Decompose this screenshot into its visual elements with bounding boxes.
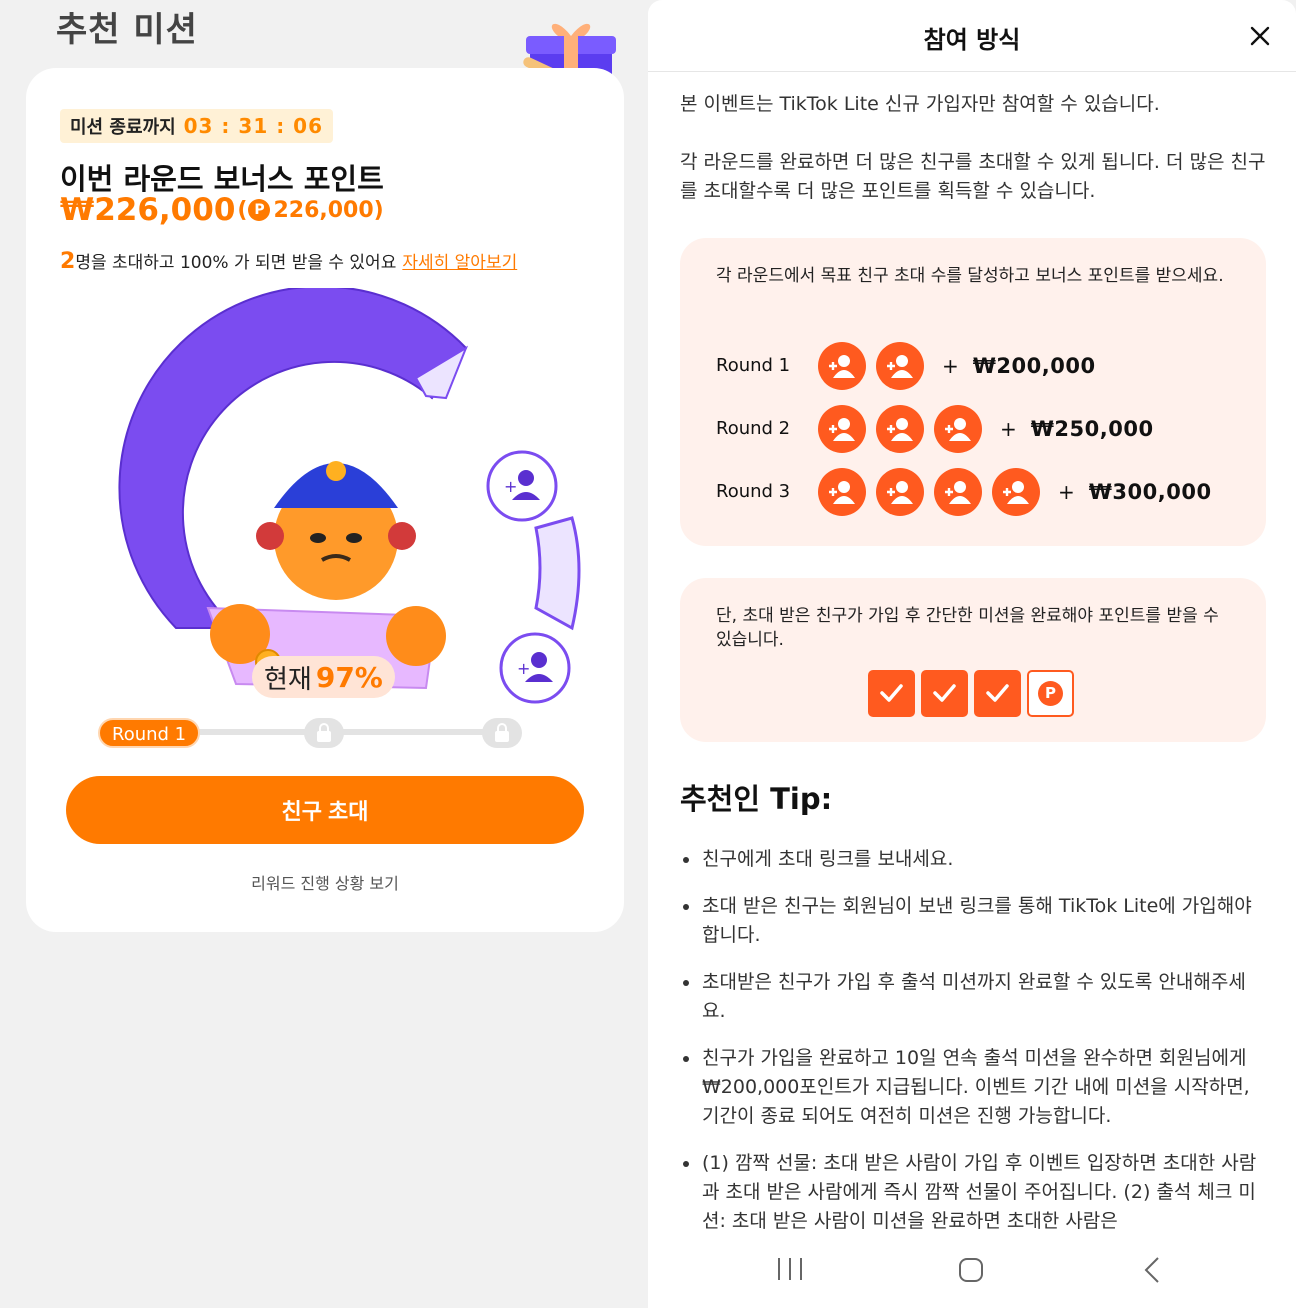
invite-friend-button[interactable]: 친구 초대 (66, 776, 584, 844)
mission-timer: 미션 종료까지 03 : 31 : 06 (60, 109, 333, 143)
round-reward-amount: ₩250,000 (1030, 416, 1154, 441)
progress-value: 97% (315, 660, 383, 694)
add-friend-icon (992, 467, 1040, 516)
bonus-points-amount: 226,000) (273, 197, 384, 223)
round-row: Round 3 + ₩300,000 (716, 460, 1212, 523)
bonus-currency-amount: ₩226,000 (60, 192, 236, 228)
coin-icon: P (1027, 670, 1074, 717)
add-friend-icon: + (499, 632, 571, 704)
plus-sign: + (1058, 479, 1075, 504)
rounds-box: 각 라운드에서 목표 친구 초대 수를 달성하고 보너스 포인트를 받으세요. … (680, 238, 1266, 546)
bonus-amount: ₩226,000 ( P 226,000) (60, 192, 384, 228)
list-item: 초대 받은 친구는 회원님이 보낸 링크를 통해 TikTok Lite에 가입… (680, 892, 1266, 950)
participation-sheet: 참여 방식 본 이벤트는 TikTok Lite 신규 가입자만 참여할 수 있… (648, 0, 1296, 1308)
tip-title: 추천인 Tip: (680, 782, 833, 816)
round-row: Round 2 + ₩250,000 (716, 397, 1212, 460)
page-title: 추천 미션 (56, 10, 198, 50)
lock-icon (482, 718, 522, 748)
close-icon[interactable] (1248, 24, 1272, 48)
round-track: Round 1 (98, 718, 526, 748)
progress-gauge: + + (118, 288, 581, 704)
add-friend-icon: + (486, 450, 558, 522)
current-progress: 현재 97% (252, 656, 395, 698)
invite-requirement: 2 명을 초대하고 100% 가 되면 받을 수 있어요 자세히 알아보기 (60, 248, 517, 274)
paw-icon (386, 606, 446, 666)
svg-text:+: + (504, 477, 517, 496)
invite-text: 명을 초대하고 100% 가 되면 받을 수 있어요 (75, 253, 397, 273)
add-friend-icon (818, 341, 866, 390)
add-friend-icon (876, 467, 924, 516)
learn-more-link[interactable]: 자세히 알아보기 (402, 248, 517, 273)
plus-sign: + (942, 353, 959, 378)
system-nav-bar (648, 1232, 1296, 1308)
intro-text-2: 각 라운드를 완료하면 더 많은 친구를 초대할 수 있게 됩니다. 더 많은 … (680, 151, 1266, 202)
mission-card: 미션 종료까지 03 : 31 : 06 이번 라운드 보너스 포인트 ₩226… (26, 68, 624, 932)
bonus-open-paren: ( (237, 197, 248, 223)
add-friend-icon (876, 404, 924, 453)
round-name: Round 1 (716, 355, 791, 376)
mission-checks: P (868, 670, 1074, 717)
reward-progress-link[interactable]: 리워드 진행 상황 보기 (26, 870, 624, 894)
timer-label: 미션 종료까지 (70, 117, 176, 138)
round-name: Round 3 (716, 481, 791, 502)
rounds-list: Round 1 + ₩200,000 Round 2 + ₩250,000 Round 3 +… (716, 334, 1212, 523)
intro-text-1: 본 이벤트는 TikTok Lite 신규 가입자만 참여할 수 있습니다. (680, 93, 1160, 115)
add-friend-icon (934, 467, 982, 516)
rounds-description: 각 라운드에서 목표 친구 초대 수를 달성하고 보너스 포인트를 받으세요. (716, 266, 1224, 286)
invite-count: 2 (60, 249, 76, 274)
add-friend-icon (876, 341, 924, 390)
tip-list: 친구에게 초대 링크를 보내세요. 초대 받은 친구는 회원님이 보낸 링크를 … (680, 845, 1266, 1254)
list-item: 친구에게 초대 링크를 보내세요. (680, 845, 1266, 874)
mascot-icon (256, 461, 416, 600)
mission-panel: 추천 미션 미션 종료까지 03 : 31 : 06 이번 라운드 보너스 포인… (0, 0, 648, 1308)
round-reward-amount: ₩300,000 (1088, 479, 1212, 504)
plus-sign: + (1000, 416, 1017, 441)
mission-condition-box: 단, 초대 받은 친구가 가입 후 간단한 미션을 완료해야 포인트를 받을 수… (680, 578, 1266, 742)
nav-home-icon[interactable] (957, 1256, 985, 1284)
list-item: 친구가 가입을 완료하고 10일 연속 출석 미션을 완수하면 회원님에게 ₩2… (680, 1044, 1266, 1131)
check-icon (974, 670, 1021, 717)
gauge-segment-locked (534, 516, 581, 631)
coin-label: P (1038, 681, 1063, 706)
coin-icon: P (248, 199, 271, 221)
check-icon (868, 670, 915, 717)
sheet-header: 참여 방식 (648, 0, 1296, 72)
lock-icon (304, 718, 344, 748)
add-friend-icon (818, 467, 866, 516)
round-badge: Round 1 (98, 718, 201, 748)
check-icon (921, 670, 968, 717)
add-friend-icon (818, 404, 866, 453)
nav-back-icon[interactable] (1142, 1256, 1162, 1284)
timer-value: 03 : 31 : 06 (183, 114, 323, 138)
round-row: Round 1 + ₩200,000 (716, 334, 1212, 397)
list-item: 초대받은 친구가 가입 후 출석 미션까지 완료할 수 있도록 안내해주세요. (680, 968, 1266, 1026)
add-friend-icon (934, 404, 982, 453)
list-item: (1) 깜짝 선물: 초대 받은 사람이 가입 후 이벤트 입장하면 초대한 사… (680, 1149, 1266, 1236)
progress-label: 현재 (264, 664, 312, 695)
round-name: Round 2 (716, 418, 791, 439)
svg-text:+: + (517, 659, 530, 678)
condition-description: 단, 초대 받은 친구가 가입 후 간단한 미션을 완료해야 포인트를 받을 수… (716, 606, 1219, 650)
nav-recent-icon[interactable] (776, 1256, 804, 1282)
sheet-title: 참여 방식 (923, 26, 1021, 54)
round-reward-amount: ₩200,000 (972, 353, 1096, 378)
